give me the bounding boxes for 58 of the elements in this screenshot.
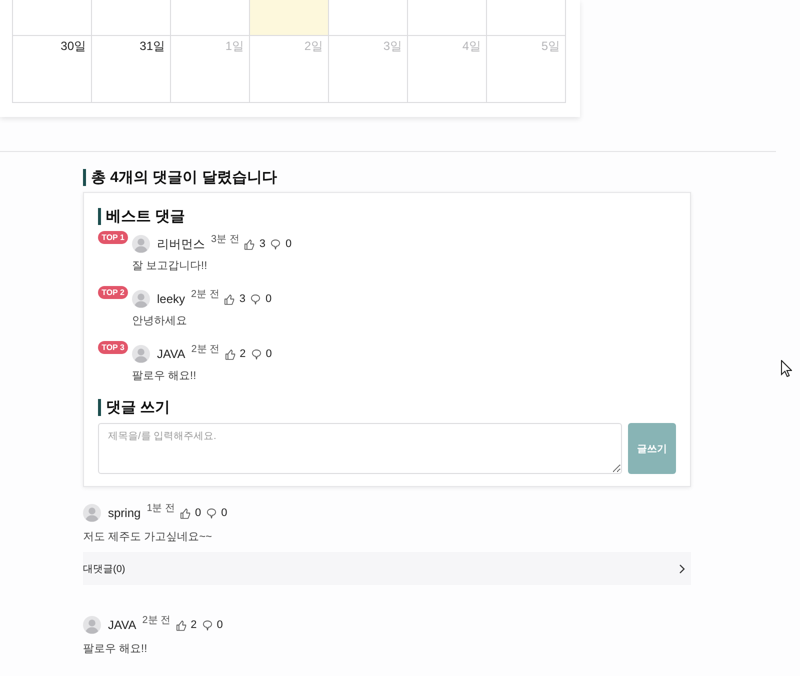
comment-text: 저도 제주도 가고싶네요~~ [83, 530, 213, 544]
avatar-icon [83, 504, 101, 522]
calendar-day-cell[interactable] [92, 0, 171, 35]
replies-toggle[interactable]: 대댓글(0) [83, 552, 691, 585]
dislike-count: 0 [266, 348, 272, 360]
comment-text: 팔로우 해요!! [132, 369, 198, 383]
thumbs-down-icon[interactable] [206, 508, 218, 518]
author-name: leeky [157, 292, 186, 306]
rank-badge: TOP 2 [98, 286, 128, 299]
author-name: JAVA [157, 347, 186, 361]
avatar-icon [132, 290, 150, 308]
author-name: 리버먼스 [157, 236, 205, 252]
comment-text: 잘 보고갑니다!! [132, 259, 208, 273]
comment-time: 2분 전 [191, 290, 220, 300]
author-name: spring [108, 506, 141, 520]
calendar-day-cell[interactable] [487, 0, 566, 35]
thumbs-down-icon[interactable] [250, 294, 262, 304]
dislike-count: 0 [265, 293, 272, 305]
like-count: 3 [239, 293, 246, 305]
thumbs-down-icon[interactable] [270, 238, 282, 250]
thumbs-up-icon[interactable] [176, 620, 187, 630]
comment-time: 2분 전 [142, 616, 171, 626]
comment-time: 3분 전 [211, 235, 240, 245]
like-count: 3 [259, 238, 266, 250]
calendar-day-cell[interactable] [408, 0, 487, 35]
calendar-day-cell[interactable] [13, 0, 92, 35]
calendar-day-cell[interactable] [171, 0, 250, 35]
author-name: JAVA [108, 618, 136, 632]
rank-badge: TOP 3 [98, 341, 128, 354]
write-comment-heading: 댓글 쓰기 [98, 399, 676, 416]
dislike-count: 0 [216, 619, 223, 631]
best-comments-heading: 베스트 댓글 [98, 208, 676, 225]
dislike-count: 0 [221, 507, 228, 519]
like-count: 2 [190, 619, 197, 631]
dislike-count: 0 [285, 238, 292, 250]
calendar-day-cell[interactable] [250, 0, 329, 35]
avatar-icon [83, 616, 101, 634]
like-count: 2 [240, 348, 246, 360]
comment-time: 1분 전 [146, 504, 176, 514]
thumbs-up-icon[interactable] [224, 348, 236, 360]
like-count: 0 [195, 507, 202, 519]
thumbs-up-icon[interactable] [224, 294, 236, 304]
avatar-icon [132, 345, 150, 363]
chevron-right-icon [679, 564, 685, 574]
comment-text: 팔로우 해요!! [83, 642, 148, 656]
comment-time: 2분 전 [191, 345, 220, 355]
calendar-day-cell[interactable] [329, 0, 408, 35]
comment-input-field[interactable]: 제목을/를 입력해주세요. [98, 423, 622, 474]
comment-text: 안녕하세요 [132, 314, 188, 328]
thumbs-up-icon[interactable] [180, 508, 192, 518]
submit-comment-button[interactable]: 글쓰기 [628, 423, 676, 474]
rank-badge: TOP 1 [98, 231, 128, 244]
thumbs-down-icon[interactable] [250, 348, 262, 360]
mouse-cursor-icon [781, 360, 792, 377]
thumbs-down-icon[interactable] [202, 620, 213, 630]
avatar-icon [132, 235, 150, 253]
thumbs-up-icon[interactable] [244, 238, 256, 250]
comments-count-heading: 총 4개의 댓글이 달렸습니다 [83, 169, 691, 186]
